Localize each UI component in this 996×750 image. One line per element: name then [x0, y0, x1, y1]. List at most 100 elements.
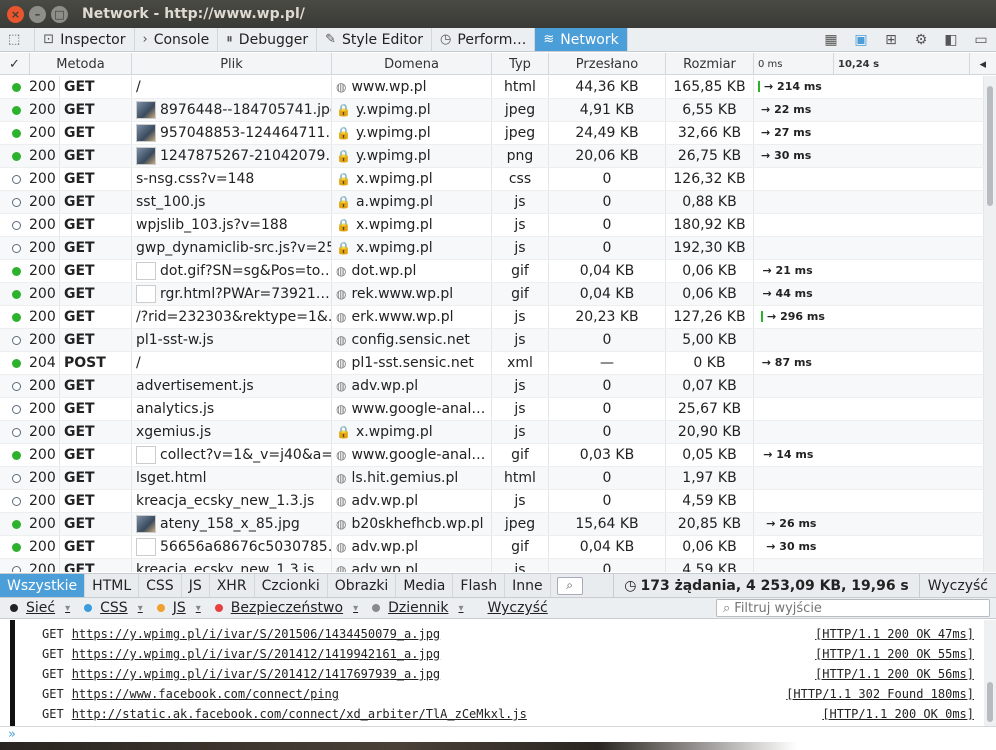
filter-xhr[interactable]: XHR: [210, 574, 255, 597]
column-size[interactable]: Rozmiar: [666, 53, 754, 75]
search-icon[interactable]: ⌕: [556, 576, 583, 595]
filter-media[interactable]: Media: [396, 574, 454, 597]
column-type[interactable]: Typ: [492, 53, 549, 75]
table-row[interactable]: 200 GET xgemius.js 🔒 x.wpimg.pl js 0 20,90 KB: [0, 421, 984, 444]
tab-inspector[interactable]: ⊡ Inspector: [35, 28, 135, 51]
table-row[interactable]: 200 GET/?rid=232303&rektype=1&… ◍ erk.www.w…: [0, 306, 984, 329]
filter-css[interactable]: CSS: [139, 574, 182, 597]
minimize-icon[interactable]: –: [29, 5, 46, 23]
clear-network-button[interactable]: Wyczyść: [918, 574, 996, 597]
log-status-link[interactable]: [HTTP/1.1 200 OK 0ms]: [822, 707, 974, 721]
table-row[interactable]: 200 GET lsget.html ◍ ls.hit.gemius.pl html 0 1,…: [0, 467, 984, 490]
console-filter-input[interactable]: [734, 600, 975, 616]
filter-czcionki[interactable]: Czcionki: [255, 574, 328, 597]
tab-network[interactable]: ≋ Network: [535, 28, 628, 51]
domain-cell: ◍ www.google-anal…: [332, 398, 492, 420]
column-transferred[interactable]: Przesłano: [549, 53, 666, 75]
filter-wszystkie[interactable]: Wszystkie: [0, 574, 86, 597]
console-input[interactable]: »: [0, 726, 996, 742]
table-row[interactable]: 200 GET 56656a68676c5030785… ◍ adv.wp.pl gif 0…: [0, 536, 984, 559]
close-icon[interactable]: ×: [7, 5, 24, 23]
chevron-down-icon[interactable]: ▾: [353, 603, 358, 614]
chevron-down-icon[interactable]: ▾: [65, 603, 70, 614]
file-cell: 1247875267-21042079…: [132, 145, 332, 167]
domain-cell: ◍ config.sensic.net: [332, 329, 492, 351]
table-row[interactable]: 200 GET sst_100.js 🔒 a.wpimg.pl js 0 0,88 KB: [0, 191, 984, 214]
console-scrollbar[interactable]: [984, 620, 996, 726]
table-row[interactable]: 200 GET kreacja_ecsky_new_1.3.js ◍ adv.wp.pl…: [0, 559, 984, 572]
filter-js[interactable]: JS: [182, 574, 210, 597]
log-status-link[interactable]: [HTTP/1.1 200 OK 56ms]: [815, 667, 974, 681]
table-row[interactable]: 200 GET 957048853-124464711… 🔒 y.wpimg.pl jpe…: [0, 122, 984, 145]
element-picker-button[interactable]: ⬚: [0, 28, 36, 51]
transferred-cell: 0: [549, 191, 666, 213]
screenshot-icon[interactable]: ⊞: [876, 32, 906, 48]
log-url-link[interactable]: https://y.wpimg.pl/i/ivar/S/201412/14176…: [72, 667, 440, 681]
table-row[interactable]: 200 GET wpjslib_103.js?v=188 🔒 x.wpimg.pl js 0…: [0, 214, 984, 237]
chevron-down-icon[interactable]: ▾: [138, 603, 143, 614]
filter-inne[interactable]: Inne: [505, 574, 551, 597]
log-url-link[interactable]: https://www.facebook.com/connect/ping: [72, 687, 339, 701]
console-filter[interactable]: ⌕: [716, 599, 990, 617]
chevron-down-icon[interactable]: ▾: [196, 603, 201, 614]
log-status-link[interactable]: [HTTP/1.1 200 OK 55ms]: [815, 647, 974, 661]
log-url-link[interactable]: https://y.wpimg.pl/i/ivar/S/201412/14199…: [72, 647, 440, 661]
tab-console[interactable]: › Console: [135, 28, 219, 51]
tab-performance[interactable]: ◷ Perform…: [432, 28, 536, 51]
timing-value: → 44 ms: [762, 287, 813, 300]
type-cell: js: [492, 421, 549, 443]
close-toolbox-icon[interactable]: ▭: [966, 32, 996, 48]
chevron-down-icon[interactable]: ▾: [458, 603, 463, 614]
dock-toggle-icon[interactable]: ◧: [936, 32, 966, 48]
table-row[interactable]: 200 GET pl1-sst-w.js ◍ config.sensic.net js 0 5…: [0, 329, 984, 352]
column-method[interactable]: Metoda: [30, 53, 132, 75]
table-row[interactable]: 200 GET s-nsg.css?v=148 🔒 x.wpimg.pl css 0 126,…: [0, 168, 984, 191]
tab-style-editor[interactable]: ✎ Style Editor: [317, 28, 433, 51]
status-code: 200: [29, 447, 56, 463]
console-category-1[interactable]: CSS ▾: [80, 600, 147, 616]
clear-console-button[interactable]: Wyczyść: [484, 600, 552, 616]
status-cell: 200: [0, 145, 60, 167]
scrollbar-thumb[interactable]: [987, 682, 993, 722]
log-url-link[interactable]: http://static.ak.facebook.com/connect/xd…: [72, 707, 527, 721]
responsive-mode-icon[interactable]: ▣: [846, 32, 876, 48]
table-row[interactable]: 200 GET 8976448--184705741.jpg 🔒 y.wpimg.pl j…: [0, 99, 984, 122]
table-row[interactable]: 200 GET advertisement.js ◍ adv.wp.pl js 0 0,07 …: [0, 375, 984, 398]
status-cell: 200: [0, 214, 60, 236]
column-file[interactable]: Plik: [132, 53, 332, 75]
filter-obrazki[interactable]: Obrazki: [328, 574, 397, 597]
table-row[interactable]: 200 GET 1247875267-21042079… 🔒 y.wpimg.pl png…: [0, 145, 984, 168]
scrollbar-thumb[interactable]: [987, 86, 993, 206]
console-log-entry: GET https://www.facebook.com/connect/ping…: [42, 684, 974, 704]
table-row[interactable]: 204 POST / ◍ pl1-sst.sensic.net xml —0 KB → 87 …: [0, 352, 984, 375]
maximize-icon[interactable]: □: [51, 5, 68, 23]
request-list-scrollbar[interactable]: [984, 76, 996, 572]
log-url-link[interactable]: https://y.wpimg.pl/i/ivar/S/201506/14344…: [72, 627, 440, 641]
filter-html[interactable]: HTML: [85, 574, 140, 597]
toggle-sidebar-icon[interactable]: ◂: [970, 53, 996, 75]
console-category-3[interactable]: Bezpieczeństwo ▾: [211, 600, 362, 616]
settings-gear-icon[interactable]: ⚙: [906, 32, 936, 48]
table-row[interactable]: 200 GET ateny_158_x_85.jpg ◍ b20skhefhcb.wp.…: [0, 513, 984, 536]
table-row[interactable]: 200 GET collect?v=1&_v=j40&a=… ◍ www.google-…: [0, 444, 984, 467]
table-row[interactable]: 200 GET gwp_dynamiclib-src.js?v=254 🔒 x.wpim…: [0, 237, 984, 260]
log-status-link[interactable]: [HTTP/1.1 200 OK 47ms]: [815, 627, 974, 641]
tab-debugger[interactable]: ⏸ Debugger: [218, 28, 318, 51]
table-row[interactable]: 200 GET kreacja_ecsky_new_1.3.js ◍ adv.wp.pl…: [0, 490, 984, 513]
console-category-2[interactable]: JS ▾: [153, 600, 205, 616]
frame-select-icon[interactable]: ▦: [816, 32, 846, 48]
filter-flash[interactable]: Flash: [453, 574, 506, 597]
domain-name: adv.wp.pl: [351, 378, 419, 394]
column-check[interactable]: ✓: [0, 53, 30, 75]
console-category-0[interactable]: Sieć ▾: [6, 600, 74, 616]
console-category-4[interactable]: Dziennik ▾: [368, 600, 467, 616]
table-row[interactable]: 200 GET / ◍ www.wp.pl html 44,36 KB 165,85 KB → …: [0, 76, 984, 99]
filter-search[interactable]: ⌕: [551, 574, 589, 597]
table-row[interactable]: 200 GET analytics.js ◍ www.google-anal… js 0 25…: [0, 398, 984, 421]
table-row[interactable]: 200 GET dot.gif?SN=sg&Pos=to… ◍ dot.wp.pl gif…: [0, 260, 984, 283]
log-status-link[interactable]: [HTTP/1.1 302 Found 180ms]: [786, 687, 974, 701]
status-cell: 200: [0, 513, 60, 535]
table-row[interactable]: 200 GET rgr.html?PWAr=73921… ◍ rek.www.wp.pl…: [0, 283, 984, 306]
console-log-entry: GET https://y.wpimg.pl/i/ivar/S/201506/14…: [42, 624, 974, 644]
column-domain[interactable]: Domena: [332, 53, 492, 75]
